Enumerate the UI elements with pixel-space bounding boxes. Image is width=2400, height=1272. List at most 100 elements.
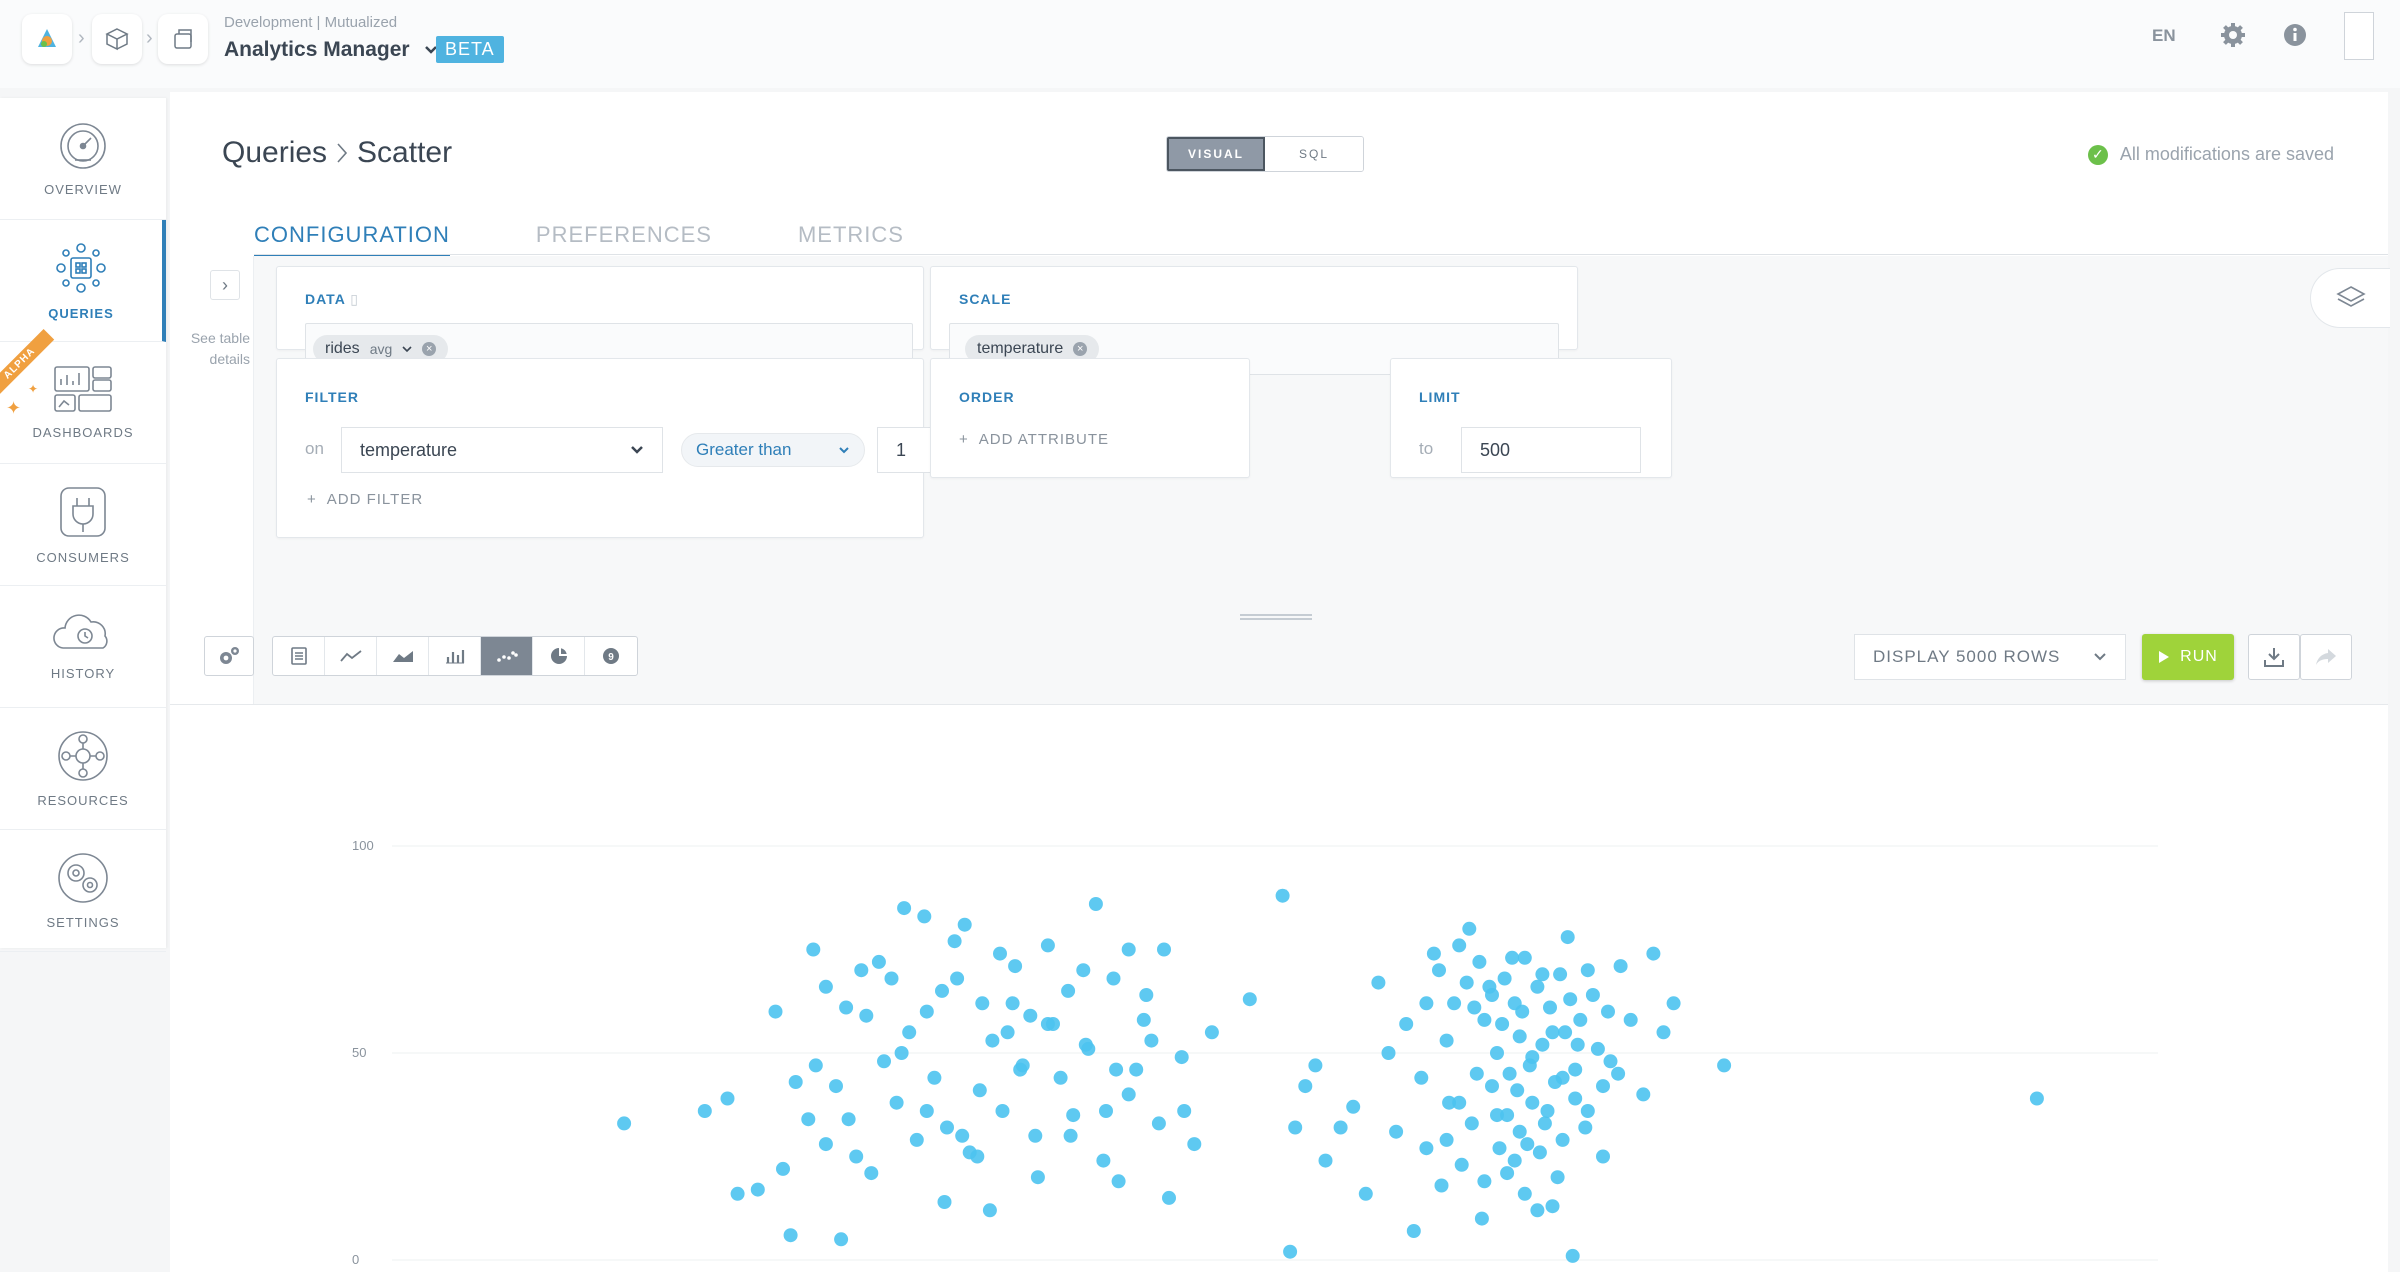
sql-mode-button[interactable]: SQL	[1265, 137, 1363, 171]
download-button[interactable]	[2248, 634, 2300, 680]
scatter-point	[1066, 1108, 1081, 1123]
scatter-point	[1578, 1120, 1593, 1135]
scatter-point	[1275, 888, 1290, 903]
box-icon[interactable]	[158, 14, 208, 64]
scatter-point	[1346, 1099, 1361, 1114]
chart-settings-button[interactable]	[204, 636, 254, 676]
scatter-point	[854, 963, 869, 978]
scatter-point	[1467, 1000, 1482, 1015]
line-chart-button[interactable]	[325, 637, 377, 675]
scatter-point	[730, 1186, 745, 1201]
scatter-point	[1283, 1244, 1298, 1259]
scatter-point	[947, 934, 962, 949]
check-circle-icon: ✓	[2087, 144, 2108, 165]
filter-operator-select[interactable]: Greater than	[681, 433, 865, 467]
order-card: ORDER + ADD ATTRIBUTE	[930, 358, 1250, 478]
scatter-point	[1434, 1178, 1449, 1193]
language-switch[interactable]: EN	[2152, 26, 2176, 46]
scatter-point	[768, 1004, 783, 1019]
app-logo-icon[interactable]	[22, 14, 72, 64]
scatter-point	[720, 1091, 735, 1106]
sidebar-item-consumers[interactable]: CONSUMERS	[0, 464, 166, 586]
scatter-point	[1078, 1037, 1093, 1052]
main-panel: Queries Scatter VISUAL SQL ✓ All modific…	[170, 92, 2390, 1272]
layers-panel-toggle[interactable]	[2310, 268, 2390, 328]
sidebar-item-overview[interactable]: OVERVIEW	[0, 98, 166, 220]
sidebar-item-settings[interactable]: SETTINGS	[0, 830, 166, 952]
chevron-right-icon: ›	[78, 27, 85, 49]
cube-icon[interactable]	[92, 14, 142, 64]
scatter-point	[1500, 1108, 1515, 1123]
tab-configuration[interactable]: CONFIGURATION	[254, 222, 450, 257]
resize-handle[interactable]	[1240, 614, 1312, 620]
mode-toggle: VISUAL SQL	[1166, 136, 1364, 172]
sidebar-item-resources[interactable]: RESOURCES	[0, 708, 166, 830]
tab-metrics[interactable]: METRICS	[798, 222, 904, 257]
page-title: Queries Scatter	[222, 136, 452, 170]
share-button[interactable]	[2300, 634, 2352, 680]
scatter-point	[1008, 959, 1023, 974]
scatter-point	[1636, 1087, 1651, 1102]
scatter-point	[1389, 1124, 1404, 1139]
scatter-point	[750, 1182, 765, 1197]
user-avatar[interactable]	[2344, 12, 2374, 60]
tab-preferences[interactable]: PREFERENCES	[536, 222, 712, 257]
sidebar-item-history[interactable]: HISTORY	[0, 586, 166, 708]
scatter-point	[1454, 1157, 1469, 1172]
add-attribute-button[interactable]: + ADD ATTRIBUTE	[959, 431, 1109, 448]
display-rows-value: DISPLAY 5000 ROWS	[1873, 647, 2061, 666]
add-filter-button[interactable]: + ADD FILTER	[307, 491, 423, 508]
scatter-point	[1129, 1062, 1144, 1077]
data-card: DATA ▯ rides avg ×	[276, 266, 924, 375]
visual-mode-button[interactable]: VISUAL	[1167, 137, 1265, 171]
scatter-point	[1381, 1046, 1396, 1060]
display-rows-select[interactable]: DISPLAY 5000 ROWS	[1854, 634, 2126, 680]
kpi-view-button[interactable]: 9	[585, 637, 637, 675]
trash-icon[interactable]: ▯	[350, 291, 359, 307]
scatter-point	[957, 917, 972, 932]
table-view-button[interactable]	[273, 637, 325, 675]
expand-table-details-button[interactable]: ›	[210, 270, 240, 300]
run-button[interactable]: RUN	[2142, 634, 2234, 680]
scatter-point	[1121, 942, 1136, 957]
bar-chart-button[interactable]	[429, 637, 481, 675]
scatter-chart-button[interactable]	[481, 637, 533, 675]
app-selector[interactable]: Analytics Manager	[224, 38, 438, 62]
pie-chart-button[interactable]	[533, 637, 585, 675]
filter-field-select[interactable]: temperature	[341, 427, 663, 473]
limit-input[interactable]: 500	[1461, 427, 1641, 473]
scatter-point	[1611, 1066, 1626, 1081]
scatter-point	[818, 1137, 833, 1152]
info-icon[interactable]	[2280, 20, 2310, 50]
scatter-point	[1464, 1116, 1479, 1131]
scatter-point	[1358, 1186, 1373, 1201]
bar-chart-icon	[445, 650, 464, 664]
share-arrow-icon	[2316, 649, 2336, 665]
aggregation-select[interactable]: avg	[370, 341, 393, 357]
scatter-point	[1419, 1141, 1434, 1156]
data-chip-name: rides	[325, 340, 360, 357]
breadcrumb-queries[interactable]: Queries	[222, 136, 327, 170]
scatter-point	[894, 1046, 909, 1060]
scatter-point	[1553, 967, 1568, 982]
filter-operator-value: Greater than	[696, 440, 792, 459]
sidebar-item-queries[interactable]: QUERIES	[0, 220, 166, 342]
sidebar-item-dashboards[interactable]: ALPHA ✦ ✦ DASHBOARDS	[0, 328, 166, 464]
remove-chip-icon[interactable]: ×	[422, 342, 437, 356]
scatter-point	[1308, 1058, 1323, 1073]
scatter-point	[1505, 950, 1520, 965]
scatter-point	[1596, 1079, 1610, 1094]
scatter-point	[955, 1128, 970, 1143]
layers-icon	[2335, 286, 2366, 307]
tabs-divider	[254, 254, 2388, 255]
area-chart-button[interactable]	[377, 637, 429, 675]
scatter-point	[1512, 1124, 1527, 1139]
scatter-point	[884, 971, 899, 986]
chevron-down-icon[interactable]	[402, 345, 412, 353]
scatter-point	[1419, 996, 1434, 1011]
scatter-point	[1447, 996, 1462, 1011]
see-table-details-link[interactable]: See table details	[174, 328, 250, 370]
remove-chip-icon[interactable]: ×	[1073, 342, 1088, 356]
sidebar-item-label: OVERVIEW	[44, 182, 122, 197]
gear-icon[interactable]	[2218, 20, 2248, 50]
